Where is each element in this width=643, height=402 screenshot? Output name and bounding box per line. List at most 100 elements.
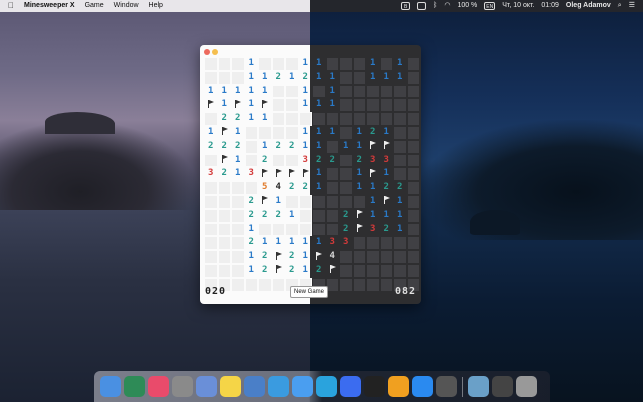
safari-icon[interactable] <box>268 376 289 397</box>
hidden-cell[interactable] <box>217 70 231 85</box>
hidden-cell[interactable] <box>204 222 218 237</box>
hidden-cell[interactable] <box>312 194 326 209</box>
number-cell[interactable]: 1 <box>366 71 380 85</box>
hidden-cell[interactable] <box>339 194 353 209</box>
number-cell[interactable]: 1 <box>285 209 299 223</box>
number-cell[interactable]: 1 <box>312 181 326 195</box>
number-cell[interactable]: 2 <box>353 154 367 168</box>
hidden-cell[interactable] <box>339 263 353 278</box>
flag-icon[interactable] <box>366 167 380 181</box>
number-cell[interactable]: 2 <box>380 181 394 195</box>
number-cell[interactable]: 1 <box>231 126 245 140</box>
number-cell[interactable]: 1 <box>353 181 367 195</box>
number-cell[interactable]: 1 <box>312 98 326 112</box>
number-cell[interactable]: 1 <box>258 140 272 154</box>
wifi-icon[interactable]: ◠ <box>444 0 450 12</box>
hidden-cell[interactable] <box>366 112 380 126</box>
number-cell[interactable]: 4 <box>326 250 340 264</box>
number-cell[interactable]: 2 <box>204 140 218 154</box>
number-cell[interactable]: 1 <box>393 195 407 209</box>
hidden-cell[interactable] <box>258 222 272 237</box>
hidden-cell[interactable] <box>366 263 380 278</box>
input-source[interactable]: EN <box>484 2 496 10</box>
hidden-cell[interactable] <box>204 194 218 209</box>
number-cell[interactable]: 1 <box>299 57 313 71</box>
hidden-cell[interactable] <box>406 250 420 264</box>
number-cell[interactable]: 1 <box>312 140 326 154</box>
hidden-cell[interactable] <box>285 125 299 140</box>
number-cell[interactable]: 1 <box>380 126 394 140</box>
flag-icon[interactable] <box>380 140 394 154</box>
number-cell[interactable]: 2 <box>393 181 407 195</box>
number-cell[interactable]: 1 <box>380 167 394 181</box>
bluetooth-icon[interactable]: ᛒ <box>433 0 437 12</box>
number-cell[interactable]: 1 <box>366 181 380 195</box>
menu-window[interactable]: Window <box>114 0 139 12</box>
hidden-cell[interactable] <box>352 84 366 99</box>
clock-time[interactable]: 01:09 <box>541 0 559 12</box>
number-cell[interactable]: 1 <box>218 85 232 99</box>
hidden-cell[interactable] <box>379 84 393 99</box>
hidden-cell[interactable] <box>231 57 245 71</box>
hidden-cell[interactable] <box>217 236 231 251</box>
telegram-icon[interactable] <box>316 376 337 397</box>
hidden-cell[interactable] <box>339 167 353 182</box>
number-cell[interactable]: 2 <box>245 236 259 250</box>
music-icon[interactable] <box>148 376 169 397</box>
hidden-cell[interactable] <box>406 181 420 195</box>
hidden-cell[interactable] <box>366 84 380 99</box>
hidden-cell[interactable] <box>271 84 285 99</box>
hidden-cell[interactable] <box>258 125 272 140</box>
screenshot-icon[interactable] <box>492 376 513 397</box>
number-cell[interactable]: 1 <box>245 112 259 126</box>
hidden-cell[interactable] <box>231 236 245 251</box>
hidden-cell[interactable] <box>217 250 231 264</box>
number-cell[interactable]: 2 <box>299 181 313 195</box>
number-cell[interactable]: 2 <box>285 140 299 154</box>
flag-icon[interactable] <box>272 167 286 181</box>
flag-icon[interactable] <box>353 209 367 223</box>
hidden-cell[interactable] <box>352 277 366 292</box>
flag-icon[interactable] <box>380 195 394 209</box>
hidden-cell[interactable] <box>393 125 407 140</box>
hidden-cell[interactable] <box>244 181 258 195</box>
number-cell[interactable]: 1 <box>353 126 367 140</box>
number-cell[interactable]: 1 <box>326 126 340 140</box>
number-cell[interactable]: 1 <box>312 167 326 181</box>
number-cell[interactable]: 2 <box>272 209 286 223</box>
hidden-cell[interactable] <box>393 250 407 264</box>
hidden-cell[interactable] <box>393 112 407 126</box>
hidden-cell[interactable] <box>366 250 380 264</box>
number-cell[interactable]: 1 <box>218 98 232 112</box>
number-cell[interactable]: 2 <box>231 112 245 126</box>
hidden-cell[interactable] <box>325 57 339 71</box>
hidden-cell[interactable] <box>231 70 245 85</box>
number-cell[interactable]: 1 <box>326 71 340 85</box>
hidden-cell[interactable] <box>285 222 299 237</box>
hidden-cell[interactable] <box>204 70 218 85</box>
xcode-icon[interactable] <box>244 376 265 397</box>
number-cell[interactable]: 1 <box>272 195 286 209</box>
hidden-cell[interactable] <box>406 236 420 251</box>
hidden-cell[interactable] <box>217 194 231 209</box>
hidden-cell[interactable] <box>406 139 420 154</box>
hidden-cell[interactable] <box>406 125 420 140</box>
spotlight-icon[interactable]: ⌕ <box>618 0 622 12</box>
hidden-cell[interactable] <box>271 57 285 71</box>
trash-icon[interactable] <box>516 376 537 397</box>
flag-icon[interactable] <box>366 140 380 154</box>
hidden-cell[interactable] <box>393 98 407 113</box>
number-cell[interactable]: 1 <box>366 57 380 71</box>
hidden-cell[interactable] <box>393 84 407 99</box>
number-cell[interactable]: 2 <box>272 71 286 85</box>
b-status-icon[interactable]: B <box>401 2 411 10</box>
hidden-cell[interactable] <box>217 57 231 71</box>
number-cell[interactable]: 3 <box>366 223 380 237</box>
number-cell[interactable]: 1 <box>285 236 299 250</box>
hidden-cell[interactable] <box>339 125 353 140</box>
number-cell[interactable]: 1 <box>258 71 272 85</box>
hidden-cell[interactable] <box>204 250 218 264</box>
number-cell[interactable]: 3 <box>326 236 340 250</box>
flag-icon[interactable] <box>218 126 232 140</box>
hidden-cell[interactable] <box>204 153 218 168</box>
